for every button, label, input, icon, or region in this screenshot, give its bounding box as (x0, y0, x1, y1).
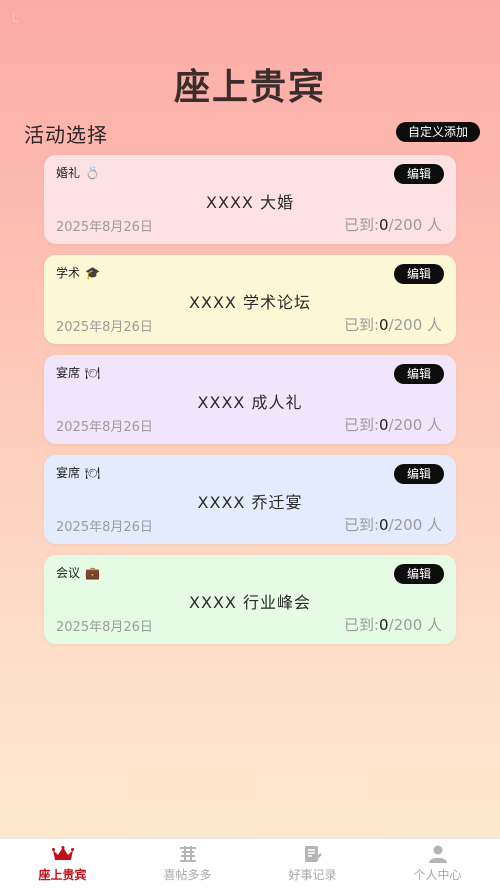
person-icon (427, 845, 449, 863)
arrived-count: 0 (379, 216, 389, 234)
arrived-label: 已到: (343, 216, 379, 234)
event-card[interactable]: 宴席 🍽 编辑 XXXX 成人礼 2025年8月26日 已到:0/200 人 (44, 355, 456, 444)
bottom-tab-bar: 座上贵宾 喜帖多多 好事记录 个人中心 (0, 838, 500, 888)
arrived-label: 已到: (343, 416, 379, 434)
attendance-count: 已到:0/200 人 (344, 414, 442, 435)
edit-note-icon (302, 845, 324, 863)
event-card[interactable]: 会议 💼 编辑 XXXX 行业峰会 2025年8月26日 已到:0/200 人 (44, 555, 456, 644)
tab-invitations[interactable]: 喜帖多多 (125, 839, 250, 888)
edit-button[interactable]: 编辑 (393, 264, 444, 284)
tab-guests[interactable]: 座上贵宾 (0, 839, 125, 888)
plate-icon: 🍽 (85, 465, 101, 480)
event-tag: 婚礼 💍 (56, 164, 100, 181)
plate-icon: 🍽 (85, 365, 101, 380)
event-name: XXXX 学术论坛 (189, 293, 311, 312)
tab-label: 喜帖多多 (163, 867, 212, 882)
double-happiness-icon (177, 845, 199, 863)
section-title: 活动选择 (24, 123, 108, 147)
total-count: /200 人 (388, 616, 442, 634)
arrived-count: 0 (379, 416, 389, 434)
total-count: /200 人 (388, 216, 442, 234)
arrived-count: 0 (379, 316, 389, 334)
custom-add-button[interactable]: 自定义添加 (395, 122, 480, 142)
event-tag: 宴席 🍽 (56, 464, 100, 481)
tab-profile[interactable]: 个人中心 (375, 839, 500, 888)
tab-label: 座上贵宾 (38, 867, 87, 882)
attendance-count: 已到:0/200 人 (344, 214, 442, 235)
tab-records[interactable]: 好事记录 (250, 839, 375, 888)
tab-label: 好事记录 (288, 867, 337, 882)
event-card[interactable]: 学术 🎓 编辑 XXXX 学术论坛 2025年8月26日 已到:0/200 人 (44, 255, 456, 344)
event-date: 2025年8月26日 (56, 320, 153, 335)
arrived-count: 0 (379, 516, 389, 534)
edit-button[interactable]: 编辑 (393, 164, 444, 184)
event-tag-label: 宴席 (56, 466, 81, 480)
event-tag: 会议 💼 (56, 564, 100, 581)
status-indicator: L (12, 12, 19, 25)
attendance-count: 已到:0/200 人 (344, 314, 442, 335)
event-date: 2025年8月26日 (56, 220, 153, 235)
event-card[interactable]: 宴席 🍽 编辑 XXXX 乔迁宴 2025年8月26日 已到:0/200 人 (44, 455, 456, 544)
event-date: 2025年8月26日 (56, 420, 153, 435)
briefcase-icon: 💼 (85, 565, 100, 580)
arrived-label: 已到: (343, 316, 379, 334)
event-name: XXXX 成人礼 (197, 393, 303, 412)
event-name: XXXX 大婚 (206, 193, 294, 212)
event-tag-label: 会议 (56, 566, 81, 580)
tab-label: 个人中心 (413, 867, 462, 882)
edit-button[interactable]: 编辑 (393, 564, 444, 584)
event-tag-label: 宴席 (56, 366, 81, 380)
total-count: /200 人 (388, 416, 442, 434)
total-count: /200 人 (388, 316, 442, 334)
edit-button[interactable]: 编辑 (393, 364, 444, 384)
event-tag-label: 学术 (56, 266, 81, 280)
arrived-label: 已到: (343, 516, 379, 534)
event-name: XXXX 乔迁宴 (197, 493, 303, 512)
event-list: 婚礼 💍 编辑 XXXX 大婚 2025年8月26日 已到:0/200 人 学术… (44, 155, 456, 655)
attendance-count: 已到:0/200 人 (344, 514, 442, 535)
event-tag-label: 婚礼 (56, 166, 81, 180)
event-tag: 宴席 🍽 (56, 364, 100, 381)
arrived-label: 已到: (343, 616, 379, 634)
graduation-cap-icon: 🎓 (85, 265, 100, 280)
attendance-count: 已到:0/200 人 (344, 614, 442, 635)
event-card[interactable]: 婚礼 💍 编辑 XXXX 大婚 2025年8月26日 已到:0/200 人 (44, 155, 456, 244)
page-title: 座上贵宾 (173, 67, 326, 108)
event-tag: 学术 🎓 (56, 264, 100, 281)
ring-icon: 💍 (85, 165, 100, 180)
total-count: /200 人 (388, 516, 442, 534)
event-name: XXXX 行业峰会 (189, 593, 311, 612)
event-date: 2025年8月26日 (56, 620, 153, 635)
arrived-count: 0 (379, 616, 389, 634)
edit-button[interactable]: 编辑 (393, 464, 444, 484)
crown-icon (51, 845, 74, 863)
event-date: 2025年8月26日 (56, 520, 153, 535)
